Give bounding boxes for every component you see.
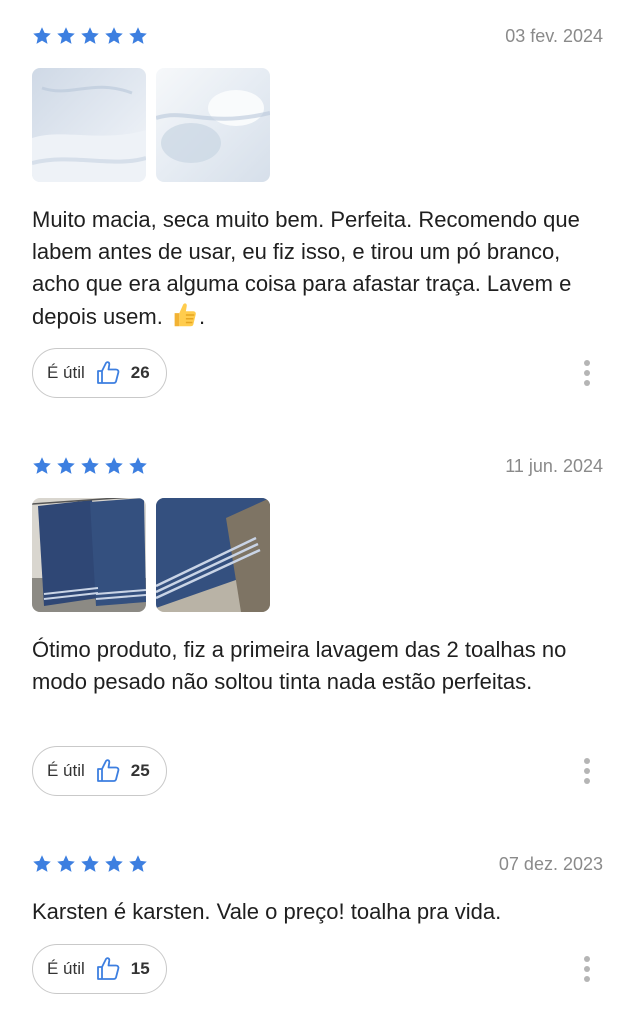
star-icon	[57, 27, 75, 44]
review-text: Muito macia, seca muito bem. Perfeita. R…	[32, 207, 580, 329]
helpful-button[interactable]: É útil 25	[32, 746, 167, 796]
review-date: 11 jun. 2024	[505, 456, 603, 476]
star-rating	[32, 456, 148, 476]
helpful-count: 25	[130, 761, 150, 780]
review-date: 03 fev. 2024	[505, 26, 603, 46]
helpful-count: 26	[130, 363, 150, 382]
thumbs-up-icon	[96, 957, 120, 980]
more-options-icon[interactable]	[583, 758, 591, 784]
star-icon	[105, 855, 123, 872]
helpful-button[interactable]: É útil 26	[32, 348, 167, 398]
star-icon	[105, 457, 123, 474]
more-options-icon[interactable]	[583, 360, 591, 386]
star-icon	[129, 27, 147, 44]
star-icon	[129, 855, 147, 872]
helpful-count: 15	[130, 959, 150, 978]
star-icon	[33, 457, 51, 474]
star-icon	[81, 457, 99, 474]
star-icon	[81, 27, 99, 44]
more-options-icon[interactable]	[583, 956, 591, 982]
helpful-label: É útil	[47, 363, 85, 382]
review-photos	[32, 498, 270, 612]
helpful-button[interactable]: É útil 15	[32, 944, 167, 994]
star-icon	[57, 855, 75, 872]
review-photos	[32, 68, 270, 182]
blue-towel-photo-2[interactable]	[156, 498, 270, 612]
star-icon	[57, 457, 75, 474]
helpful-label: É útil	[47, 959, 85, 978]
white-towel-photo-2[interactable]	[156, 68, 270, 182]
star-icon	[33, 27, 51, 44]
review-text: Ótimo produto, fiz a primeira lavagem da…	[32, 637, 567, 694]
helpful-label: É útil	[47, 761, 85, 780]
star-icon	[105, 27, 123, 44]
blue-towel-photo-1[interactable]	[32, 498, 146, 612]
review-card: 07 dez. 2023 Karsten é karsten. Vale o p…	[0, 854, 635, 1024]
thumbs-up-icon	[96, 361, 120, 384]
review-date: 07 dez. 2023	[498, 854, 603, 874]
star-icon	[129, 457, 147, 474]
review-card: 03 fev. 2024 Muito macia, seca muito bem…	[0, 26, 635, 406]
thumbs-up-icon	[96, 759, 120, 782]
star-icon	[81, 855, 99, 872]
star-rating	[32, 26, 148, 46]
thumbs-up-emoji-icon	[174, 303, 196, 327]
star-rating	[32, 854, 148, 874]
star-icon	[33, 855, 51, 872]
review-text: Karsten é karsten. Vale o preço! toalha …	[32, 899, 502, 924]
white-towel-photo-1[interactable]	[32, 68, 146, 182]
review-card: 11 jun. 2024 Ótimo produto, fiz a primei…	[0, 456, 635, 806]
